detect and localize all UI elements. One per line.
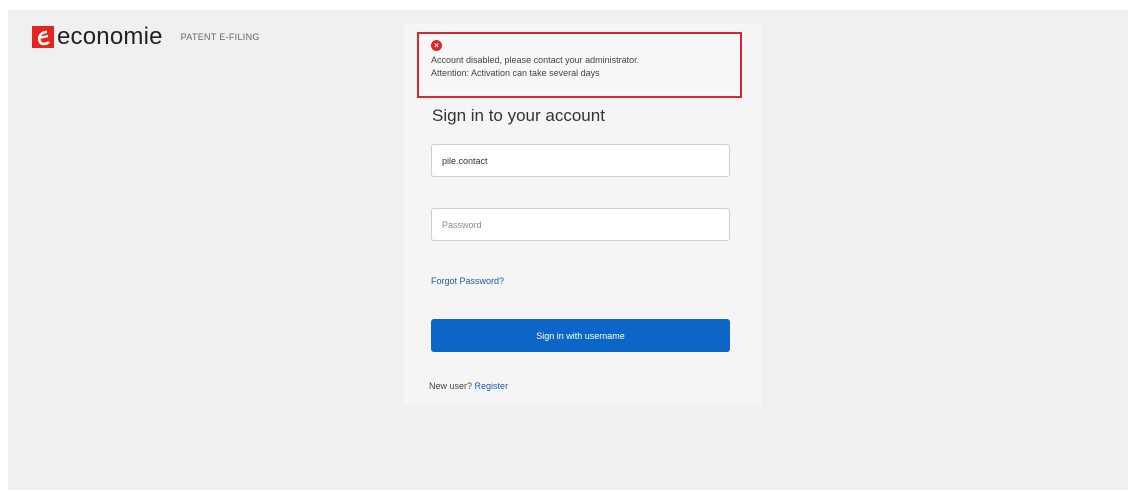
password-input[interactable] <box>431 208 730 241</box>
alert-message-line2: Attention: Activation can take several d… <box>431 68 600 78</box>
brand-subtitle: PATENT E-FILING <box>180 32 260 42</box>
forgot-password-link[interactable]: Forgot Password? <box>431 276 504 286</box>
sign-in-button[interactable]: Sign in with username <box>431 319 730 352</box>
page-title: Sign in to your account <box>432 106 605 125</box>
error-alert: × Account disabled, please contact your … <box>417 32 742 98</box>
new-user-label: New user? <box>429 381 473 391</box>
username-input[interactable] <box>431 144 730 177</box>
brand-name: economie <box>57 23 163 50</box>
economie-logo-mark <box>32 26 54 48</box>
register-link[interactable]: Register <box>475 381 509 391</box>
error-circle-icon: × <box>431 40 442 51</box>
new-user-row: New user? Register <box>429 381 508 391</box>
alert-message-line1: Account disabled, please contact your ad… <box>431 55 640 65</box>
brand-logo: economie PATENT E-FILING <box>32 23 260 50</box>
